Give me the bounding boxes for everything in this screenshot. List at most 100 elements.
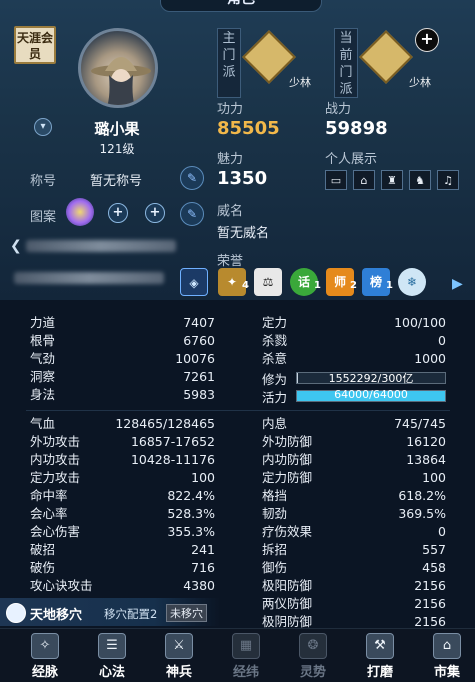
main-sect-emblem[interactable] [242, 30, 296, 84]
defense-attr-row: 拆招 557 [232, 541, 446, 559]
add-pattern-slot-2[interactable]: + [145, 203, 165, 223]
nav-item-1[interactable]: ☰ 心法 [82, 633, 142, 680]
base-attr-value: 7407 [183, 315, 215, 330]
combat-attr-value: 528.3% [167, 506, 215, 521]
nav-item-0[interactable]: ✧ 经脉 [15, 633, 75, 680]
combat-attr-value: 16857-17652 [130, 434, 215, 449]
defense-attr-row: 外功防御 16120 [232, 433, 446, 451]
meili-label: 魅力 [217, 152, 244, 167]
meili-value: 1350 [217, 168, 268, 189]
defense-attr-label: 拆招 [262, 542, 288, 557]
window-title: 角色 [161, 0, 321, 8]
defense-attr-row: 内功防御 13864 [232, 451, 446, 469]
defense-attr-label: 格挡 [262, 488, 288, 503]
base-attr-value: 6760 [183, 333, 215, 348]
book-icon: ☰ [98, 633, 126, 659]
nav-item-5[interactable]: ⚒ 打磨 [350, 633, 410, 680]
shield-badge-icon[interactable]: ◈ [180, 268, 208, 296]
current-sect-emblem[interactable] [359, 30, 413, 84]
avatar[interactable] [78, 28, 158, 108]
chevron-right-icon[interactable]: ▶ [452, 276, 463, 292]
combat-attr-value: 822.4% [167, 488, 215, 503]
combat-attr-row: 内功攻击 10428-11176 [0, 451, 215, 469]
blurred-info-line-1 [26, 240, 176, 252]
player-title-label: 称号 [30, 174, 57, 189]
defense-attr-value: 618.2% [398, 488, 446, 503]
snow-badge-icon[interactable]: ❄ [398, 268, 426, 296]
zhanli-label: 战力 [325, 102, 352, 117]
house-icon[interactable]: ⌂ [353, 170, 375, 190]
player-name: 璐小果 [94, 120, 140, 138]
defense-attr-label: 疗伤效果 [262, 524, 313, 539]
combat-attr-value: 716 [191, 560, 215, 575]
combat-attr-row: 定力攻击 100 [0, 469, 215, 487]
scale-icon[interactable]: ⚖ [254, 268, 282, 296]
vip-member-badge[interactable]: 天涯会员 [14, 26, 56, 64]
grid-icon: ▦ [232, 633, 260, 659]
yin-yang-icon [6, 603, 26, 623]
chevron-left-icon[interactable]: ❮ [10, 238, 22, 254]
base-attr-row: 洞察 7261 [0, 368, 215, 386]
defense-attr-label: 两仪防御 [262, 596, 313, 611]
add-pattern-slot-1[interactable]: + [108, 203, 128, 223]
huoli-label: 活力 [262, 390, 288, 405]
nav-item-4[interactable]: ❂ 灵势 [283, 633, 343, 680]
nav-item-2[interactable]: ⚔ 神兵 [149, 633, 209, 680]
combat-attr-label: 内功攻击 [30, 452, 81, 467]
defense-attr-value: 0 [438, 524, 446, 539]
hammer-icon: ⚒ [366, 633, 394, 659]
defense-attr-row: 两仪防御 2156 [232, 595, 446, 613]
rank-badge-icon[interactable]: 榜1 [362, 268, 393, 296]
zhanli-value: 59898 [325, 118, 388, 139]
id-card-icon[interactable]: ▭ [325, 170, 347, 190]
edit-pattern-button[interactable]: ✎ [180, 202, 204, 226]
defense-attr-row: 格挡 618.2% [232, 487, 446, 505]
nav-label: 神兵 [165, 665, 192, 680]
master-badge-icon[interactable]: 师2 [326, 268, 357, 296]
bell-icon[interactable]: ♫ [437, 170, 459, 190]
window-title-bar: 角色 [160, 0, 322, 12]
acupoint-config-label[interactable]: 移穴配置2 [104, 606, 157, 622]
castle-icon[interactable]: ♜ [381, 170, 403, 190]
horse-icon[interactable]: ♞ [409, 170, 431, 190]
nav-item-6[interactable]: ⌂ 市集 [417, 633, 475, 680]
nav-label: 灵势 [299, 665, 326, 680]
base-attr-value: 7261 [183, 369, 215, 384]
edit-title-button[interactable]: ✎ [180, 166, 204, 190]
base-attr-label: 身法 [30, 387, 56, 402]
defense-attr-row: 定力防御 100 [232, 469, 446, 487]
player-title-value: 暂无称号 [90, 174, 143, 189]
main-sect-label: 主门派 [217, 28, 241, 98]
defense-attr-label: 韧劲 [262, 506, 288, 521]
talk-badge-icon[interactable]: 话1 [290, 268, 321, 296]
huoli-text: 64000/64000 [334, 388, 408, 401]
weiming-value: 暂无威名 [217, 226, 270, 241]
combat-attr-row: 攻心诀攻击 4380 [0, 577, 215, 595]
nav-item-3[interactable]: ▦ 经纬 [216, 633, 276, 680]
defense-attr-value: 458 [422, 560, 446, 575]
gold-medal-icon[interactable]: ✦ 4 [218, 268, 249, 296]
gongli-value: 85505 [217, 118, 280, 139]
defense-attr-value: 16120 [406, 434, 446, 449]
secondary-attr-row: 杀意 1000 [232, 350, 446, 368]
base-attr-row: 气劲 10076 [0, 350, 215, 368]
defense-attr-value: 2156 [414, 596, 446, 611]
pattern-emblem-icon[interactable] [66, 198, 94, 226]
combat-attr-row: 破招 241 [0, 541, 215, 559]
defense-attr-label: 御伤 [262, 560, 288, 575]
defense-attr-value: 557 [422, 542, 446, 557]
base-attr-label: 力道 [30, 315, 56, 330]
secondary-attr-value: 100/100 [394, 315, 446, 330]
base-attr-row: 力道 7407 [0, 314, 215, 332]
showcase-label: 个人展示 [325, 152, 378, 167]
combat-attr-row: 外功攻击 16857-17652 [0, 433, 215, 451]
combat-attr-row: 命中率 822.4% [0, 487, 215, 505]
xiuwei-label: 修为 [262, 372, 288, 387]
huoli-bar: 64000/64000 [296, 388, 446, 402]
combat-attr-row: 破伤 716 [0, 559, 215, 577]
combat-attr-label: 定力攻击 [30, 470, 81, 485]
combat-attr-value: 128465/128465 [115, 416, 215, 431]
add-sect-button[interactable]: + [415, 28, 439, 52]
collapse-profile-button[interactable]: ▾ [34, 118, 52, 136]
prayer-beads-icon [242, 30, 296, 84]
